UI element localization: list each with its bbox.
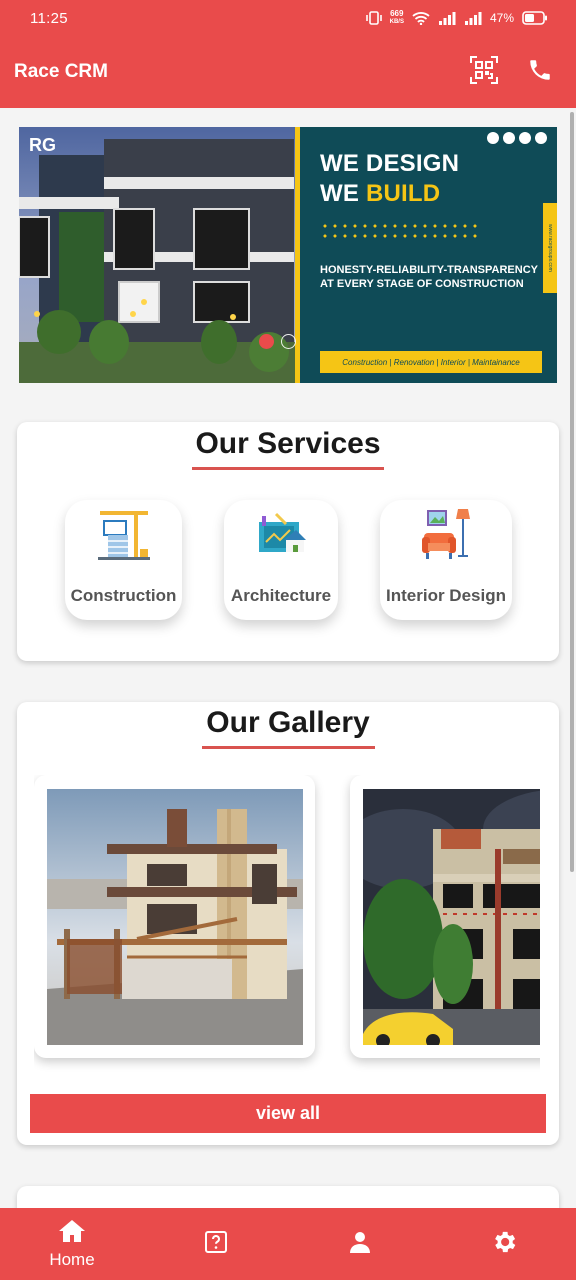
gallery-card: Our Gallery view all — [17, 702, 559, 1145]
status-bar: 11:25 669 KB/S 47% — [0, 0, 576, 36]
phone-icon — [527, 57, 553, 88]
app-title: Race CRM — [14, 61, 108, 82]
banner-services-bar: Construction | Renovation | Interior | M… — [320, 351, 542, 373]
scrollbar[interactable] — [570, 112, 574, 872]
status-time: 11:25 — [30, 9, 68, 27]
qr-code-icon — [470, 55, 498, 89]
gallery-item[interactable] — [34, 775, 315, 1058]
nav-home[interactable]: Home — [0, 1208, 144, 1280]
building-illustration — [19, 127, 295, 383]
signal-icon — [438, 11, 456, 25]
construction-crane-icon — [65, 500, 182, 564]
house-rendering-image — [47, 789, 303, 1045]
banner-ad-panel: WE DESIGN WE BUILD HONESTY-RELIABILITY-T… — [300, 127, 557, 383]
view-all-button[interactable]: view all — [30, 1094, 546, 1133]
app-bar: Race CRM — [0, 36, 576, 108]
home-icon — [58, 1219, 86, 1248]
nav-settings[interactable] — [432, 1208, 576, 1280]
banner-tagline: HONESTY-RELIABILITY-TRANSPARENCY AT EVER… — [320, 264, 538, 290]
battery-percent: 47% — [489, 11, 514, 25]
service-label: Interior Design — [386, 586, 506, 605]
nav-label: Home — [49, 1249, 95, 1269]
carousel-dot-1[interactable] — [259, 334, 274, 349]
nav-profile[interactable] — [288, 1208, 432, 1280]
gallery-carousel[interactable] — [34, 775, 540, 1085]
twitter-icon — [519, 132, 531, 144]
service-label: Construction — [70, 586, 177, 605]
service-interior-design[interactable]: Interior Design — [380, 500, 512, 620]
interior-armchair-icon — [380, 500, 512, 564]
service-construction[interactable]: Construction — [65, 500, 182, 620]
help-icon — [204, 1230, 228, 1259]
race-logo: RG — [29, 135, 56, 155]
bottom-navigation: Home — [0, 1208, 576, 1280]
gallery-title-underline — [201, 746, 375, 749]
instagram-icon — [503, 132, 515, 144]
whatsapp-icon — [535, 132, 547, 144]
gallery-title: Our Gallery — [206, 706, 370, 739]
banner-building-photo: RG — [19, 127, 318, 383]
net-speed: 669 KB/S — [389, 9, 404, 26]
signal-icon-2 — [464, 11, 482, 25]
decorative-dots — [320, 221, 480, 243]
services-title: Our Services — [195, 427, 381, 460]
qr-code-button[interactable] — [462, 50, 506, 94]
services-card: Our Services Construction Architecture I… — [17, 422, 559, 661]
nav-help[interactable] — [144, 1208, 288, 1280]
service-architecture[interactable]: Architecture — [224, 500, 338, 620]
settings-icon — [490, 1228, 518, 1261]
battery-icon — [522, 11, 548, 25]
status-icons: 669 KB/S 47% — [365, 9, 548, 26]
profile-icon — [348, 1230, 372, 1259]
carousel-dot-2[interactable] — [281, 334, 296, 349]
architecture-blueprint-icon — [224, 500, 338, 564]
facebook-icon — [487, 132, 499, 144]
phone-button[interactable] — [518, 50, 562, 94]
social-icons — [487, 132, 547, 144]
service-label: Architecture — [230, 586, 332, 605]
apartment-night-rendering-image — [363, 789, 540, 1045]
wifi-icon — [412, 11, 430, 25]
services-title-underline — [192, 467, 384, 470]
banner-headline: WE DESIGN WE BUILD — [320, 150, 460, 207]
vibrate-icon — [365, 11, 382, 25]
banner-website: www.racegroups.com — [543, 203, 557, 293]
promo-banner[interactable]: RG WE DESIGN WE BUILD HONESTY-RELIABILIT… — [19, 127, 557, 383]
gallery-item[interactable] — [350, 775, 540, 1058]
